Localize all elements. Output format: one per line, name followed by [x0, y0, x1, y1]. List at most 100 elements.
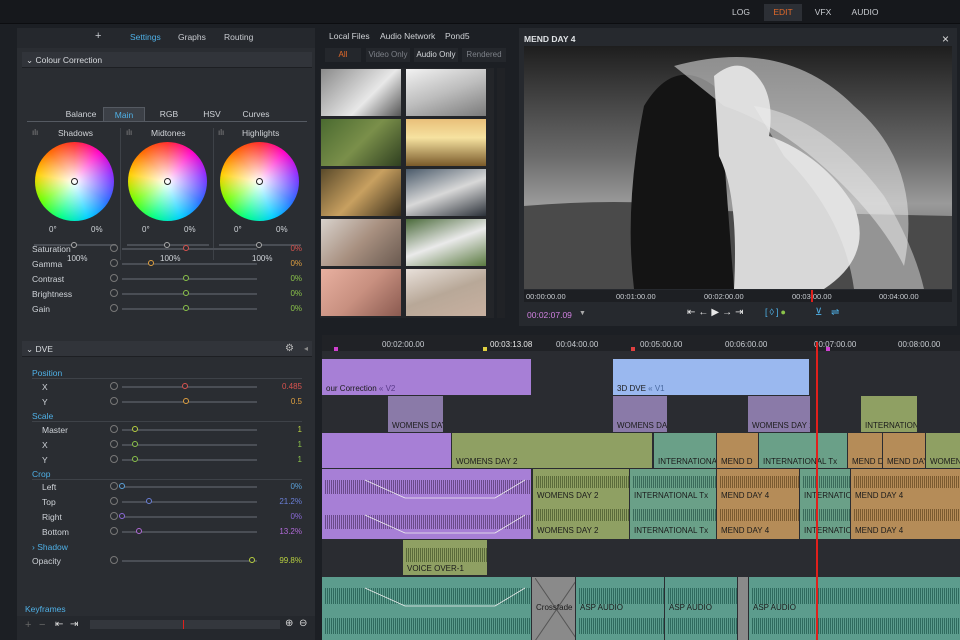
slider-knob[interactable]	[119, 513, 125, 519]
gear-icon[interactable]: ⚙	[285, 341, 294, 357]
scale-y-value[interactable]: 1	[262, 455, 302, 464]
chevron-down-icon[interactable]: ▼	[579, 310, 586, 317]
tab-graphs[interactable]: Graphs	[178, 32, 206, 42]
collapse-icon[interactable]: ◂	[304, 341, 308, 357]
clip-women[interactable]: WOMEN	[926, 433, 960, 468]
clip-voice-over[interactable]: VOICE OVER-1	[403, 540, 487, 575]
dve-header[interactable]: ⌄ DVE ⚙ ◂	[22, 341, 312, 357]
clip-international-tx-audio[interactable]: INTERNATIONAL Tx INTERNATIONAL Tx	[630, 469, 716, 539]
position-y-slider[interactable]	[122, 401, 257, 403]
slider-knob[interactable]	[183, 275, 189, 281]
timeline-playhead[interactable]	[816, 342, 818, 640]
tab-local-files[interactable]: Local Files	[329, 31, 370, 41]
slider-knob[interactable]	[136, 528, 142, 534]
play-icon[interactable]: ▶	[711, 307, 722, 318]
clip-asp-audio[interactable]: ASP AUDIO	[749, 577, 960, 640]
reset-icon[interactable]	[110, 512, 118, 520]
wheel-handle[interactable]	[164, 178, 171, 185]
zoom-in-icon[interactable]: ⊕	[285, 618, 293, 629]
slider-knob[interactable]	[132, 441, 138, 447]
shadow-section[interactable]: › Shadow	[32, 542, 68, 552]
subtab-balance[interactable]: Balance	[61, 107, 101, 121]
reset-icon[interactable]	[110, 482, 118, 490]
slider-knob[interactable]	[183, 398, 189, 404]
wheel-handle[interactable]	[256, 178, 263, 185]
clip-colour-correction[interactable]: our Correction « V2	[322, 359, 531, 395]
slider-knob[interactable]	[132, 426, 138, 432]
viewer-playhead[interactable]	[811, 290, 813, 302]
contrast-slider[interactable]	[122, 278, 257, 280]
subtab-hsv[interactable]: HSV	[192, 107, 232, 121]
crop-bottom-value[interactable]: 13.2%	[262, 527, 302, 536]
media-scrollbar[interactable]	[497, 68, 505, 318]
gain-slider[interactable]	[122, 308, 257, 310]
media-thumbnail[interactable]	[406, 269, 486, 316]
crop-right-slider[interactable]	[122, 516, 257, 518]
slider-knob[interactable]	[183, 290, 189, 296]
crop-top-slider[interactable]	[122, 501, 257, 503]
clip-mend-day-4-audio[interactable]: MEND DAY 4 MEND DAY 4	[851, 469, 960, 539]
clip-asp-audio[interactable]: ASP AUDIO	[576, 577, 664, 640]
slider-knob[interactable]	[182, 383, 188, 389]
filter-audio-only[interactable]: Audio Only	[414, 48, 458, 62]
wheel-handle[interactable]	[71, 178, 78, 185]
scale-x-slider[interactable]	[122, 444, 257, 446]
media-thumbnail[interactable]	[321, 169, 401, 216]
nav-vfx[interactable]: VFX	[810, 4, 836, 21]
clip-international-tx[interactable]: INTERNATIONAL Tx	[759, 433, 847, 468]
opacity-slider[interactable]	[122, 560, 257, 562]
marker[interactable]	[826, 347, 830, 351]
reset-icon[interactable]	[110, 304, 118, 312]
crop-right-value[interactable]: 0%	[262, 512, 302, 521]
prev-keyframe-icon[interactable]: ⇤	[55, 619, 63, 630]
scale-master-slider[interactable]	[122, 429, 257, 431]
crop-bottom-slider[interactable]	[122, 531, 257, 533]
timeline-ruler[interactable]: 00:02:00.00 00:03:13.08 00:04:00.00 00:0…	[322, 335, 960, 351]
gain-value[interactable]: 0%	[262, 304, 302, 313]
skip-end-icon[interactable]: ⇥	[735, 307, 746, 318]
contrast-value[interactable]: 0%	[262, 274, 302, 283]
slider-knob[interactable]	[132, 456, 138, 462]
zoom-out-icon[interactable]: ⊖	[299, 618, 307, 629]
add-keyframe-icon[interactable]: +	[25, 619, 31, 631]
scale-section[interactable]: Scale	[32, 411, 53, 421]
tab-routing[interactable]: Routing	[224, 32, 253, 42]
media-thumbnail[interactable]	[321, 119, 401, 166]
gamma-slider[interactable]	[122, 263, 257, 265]
reset-icon[interactable]	[110, 382, 118, 390]
position-y-value[interactable]: 0.5	[262, 397, 302, 406]
filter-video-only[interactable]: Video Only	[366, 48, 410, 62]
position-x-value[interactable]: 0.485	[262, 382, 302, 391]
highlights-wheel[interactable]	[220, 142, 299, 221]
media-thumbnail[interactable]	[406, 169, 486, 216]
tab-audio-network[interactable]: Audio Network	[380, 31, 435, 41]
shadows-wheel[interactable]	[35, 142, 114, 221]
reset-icon[interactable]	[110, 244, 118, 252]
clip-womens-day[interactable]: WOMENS DAY	[613, 396, 667, 432]
reset-icon[interactable]	[110, 259, 118, 267]
reset-icon[interactable]	[110, 455, 118, 463]
clip-international[interactable]: INTERNATIONAL	[654, 433, 716, 468]
clip-womens-day-1[interactable]: WOMENS DAY 1	[748, 396, 810, 432]
clip-crossfade[interactable]: Crossfade	[532, 577, 575, 640]
reset-icon[interactable]	[110, 274, 118, 282]
close-icon[interactable]: ×	[942, 32, 949, 46]
saturation-slider[interactable]	[122, 248, 257, 250]
subtab-curves[interactable]: Curves	[235, 107, 277, 121]
video-frame[interactable]	[524, 46, 952, 289]
clip-international[interactable]: INTERNATION	[861, 396, 917, 432]
clip-womens-day-2-audio[interactable]: WOMENS DAY 2 WOMENS DAY 2	[533, 469, 629, 539]
marker[interactable]	[631, 347, 635, 351]
subtab-rgb[interactable]: RGB	[149, 107, 189, 121]
slider-knob[interactable]	[183, 245, 189, 251]
skip-start-icon[interactable]: ⇤	[687, 307, 698, 318]
colour-correction-header[interactable]: ⌄ Colour Correction	[22, 52, 312, 68]
clip-womens-day-2[interactable]: WOMENS DAY 2	[452, 433, 652, 468]
reset-icon[interactable]	[110, 556, 118, 564]
clip-3d-dve[interactable]: 3D DVE « V1	[613, 359, 809, 395]
media-thumbnail[interactable]	[321, 69, 401, 116]
remove-keyframe-icon[interactable]: −	[39, 619, 45, 631]
insert-icon[interactable]: ⊻	[815, 307, 822, 318]
media-thumbnail[interactable]	[406, 119, 486, 166]
reset-icon[interactable]	[110, 497, 118, 505]
